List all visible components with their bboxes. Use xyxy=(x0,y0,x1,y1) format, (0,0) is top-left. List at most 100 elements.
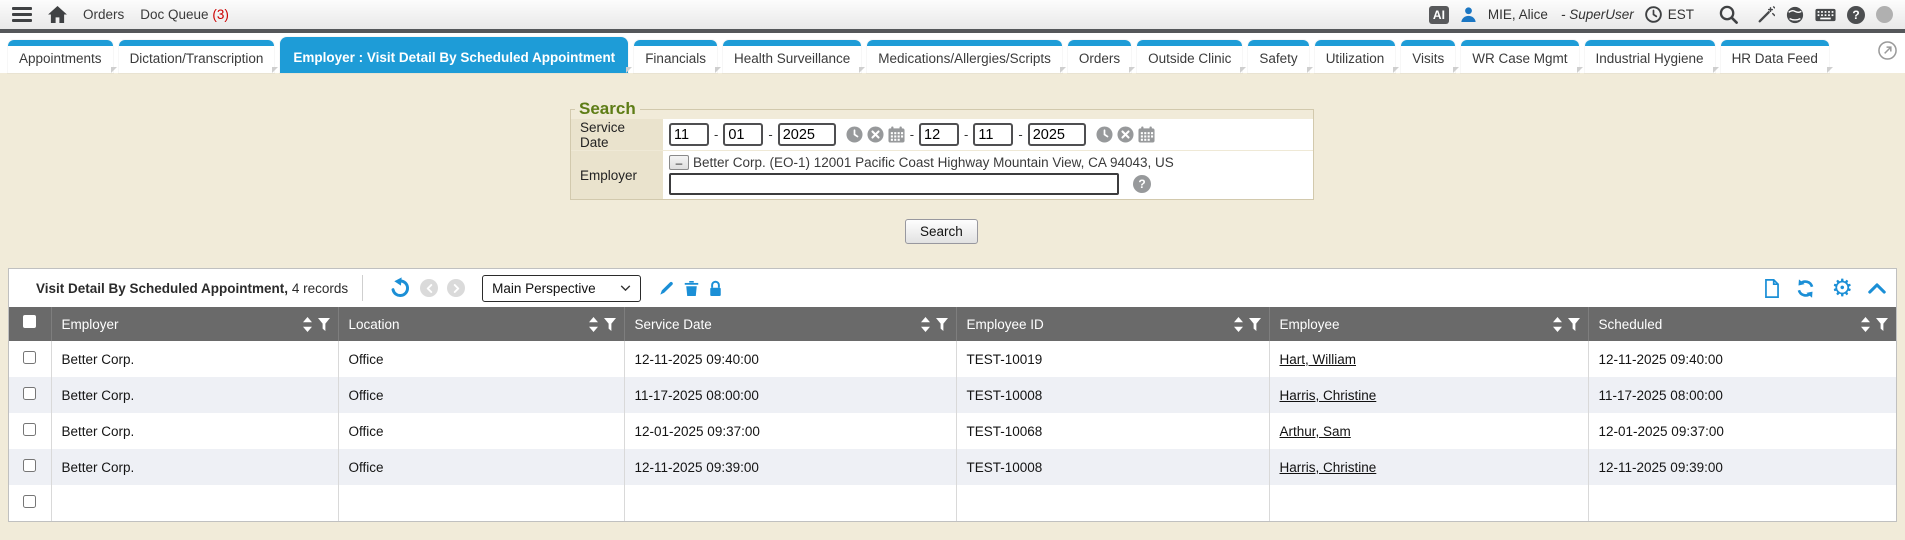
date-range-separator: - xyxy=(910,127,914,142)
top-bar: Orders Doc Queue (3) AI MIE, Alice - Sup… xyxy=(0,0,1905,33)
cell-location: Office xyxy=(338,377,624,413)
filter-icon[interactable] xyxy=(936,318,948,331)
tab-financials[interactable]: Financials xyxy=(634,40,717,73)
service-date-row: Service Date - - - - xyxy=(571,119,1313,150)
sort-icon[interactable] xyxy=(1234,317,1243,332)
cell-employee-id: TEST-10008 xyxy=(956,449,1269,485)
select-all-checkbox[interactable] xyxy=(23,315,36,328)
from-time-icon[interactable] xyxy=(846,126,863,143)
globe-icon[interactable] xyxy=(1786,6,1804,24)
orders-link[interactable]: Orders xyxy=(83,7,124,22)
delete-perspective-icon[interactable] xyxy=(684,280,699,297)
filter-icon[interactable] xyxy=(1568,318,1580,331)
row-checkbox[interactable] xyxy=(23,351,36,364)
tab-overflow-icon[interactable] xyxy=(1878,41,1897,65)
clock-icon[interactable] xyxy=(1645,6,1662,23)
row-checkbox[interactable] xyxy=(23,387,36,400)
tab-industrial-hygiene[interactable]: Industrial Hygiene xyxy=(1585,40,1715,73)
row-checkbox[interactable] xyxy=(23,459,36,472)
settings-gear-icon[interactable]: ⚙ xyxy=(1831,278,1853,298)
from-year-input[interactable] xyxy=(778,123,836,146)
lock-icon[interactable] xyxy=(708,280,723,297)
search-icon[interactable] xyxy=(1719,5,1738,24)
employee-link[interactable]: Hart, William xyxy=(1280,352,1357,367)
user-icon[interactable] xyxy=(1460,6,1477,23)
user-name[interactable]: MIE, Alice xyxy=(1488,7,1548,22)
prev-page-icon[interactable] xyxy=(420,279,438,297)
sort-icon[interactable] xyxy=(589,317,598,332)
employee-link[interactable]: Harris, Christine xyxy=(1280,388,1377,403)
from-month-input[interactable] xyxy=(669,123,709,146)
tab-outside-clinic[interactable]: Outside Clinic xyxy=(1137,40,1242,73)
employee-link[interactable]: Harris, Christine xyxy=(1280,460,1377,475)
to-month-input[interactable] xyxy=(919,123,959,146)
sort-icon[interactable] xyxy=(1553,317,1562,332)
footer-select-checkbox[interactable] xyxy=(23,495,36,508)
cell-employer: Better Corp. xyxy=(51,413,338,449)
ai-badge[interactable]: AI xyxy=(1429,6,1449,24)
table-row: Better Corp. Office 11-17-2025 08:00:00 … xyxy=(9,377,1896,413)
to-calendar-icon[interactable] xyxy=(1138,126,1155,143)
cell-employer: Better Corp. xyxy=(51,377,338,413)
search-panel: Search Service Date - - - xyxy=(570,99,1314,200)
tab-medications-allergies-scripts[interactable]: Medications/Allergies/Scripts xyxy=(867,40,1062,73)
to-year-input[interactable] xyxy=(1028,123,1086,146)
cell-scheduled: 12-01-2025 09:37:00 xyxy=(1588,413,1896,449)
collapse-panel-icon[interactable] xyxy=(1868,283,1886,294)
row-checkbox[interactable] xyxy=(23,423,36,436)
next-page-icon[interactable] xyxy=(447,279,465,297)
hamburger-menu-icon[interactable] xyxy=(12,7,32,22)
filter-icon[interactable] xyxy=(604,318,616,331)
column-header-employee: Employee xyxy=(1280,317,1553,332)
home-icon[interactable] xyxy=(48,6,67,23)
from-clear-icon[interactable] xyxy=(867,126,884,143)
cell-scheduled: 12-11-2025 09:40:00 xyxy=(1588,341,1896,377)
employer-search-input[interactable] xyxy=(669,173,1119,195)
employer-label: Employer xyxy=(571,150,663,199)
filter-icon[interactable] xyxy=(1876,318,1888,331)
keyboard-icon[interactable] xyxy=(1815,8,1836,22)
employee-link[interactable]: Arthur, Sam xyxy=(1280,424,1351,439)
sort-icon[interactable] xyxy=(921,317,930,332)
tab-safety[interactable]: Safety xyxy=(1248,40,1308,73)
refresh-icon[interactable] xyxy=(1795,278,1816,299)
employer-remove-button[interactable]: – xyxy=(669,155,689,170)
cell-service-date: 11-17-2025 08:00:00 xyxy=(624,377,956,413)
help-icon[interactable]: ? xyxy=(1847,6,1865,24)
status-dot-icon xyxy=(1876,6,1893,23)
search-button[interactable]: Search xyxy=(905,219,978,244)
tab-employer-visit-detail[interactable]: Employer : Visit Detail By Scheduled App… xyxy=(280,37,628,73)
magic-wand-icon[interactable] xyxy=(1757,6,1775,24)
sort-icon[interactable] xyxy=(1861,317,1870,332)
from-day-input[interactable] xyxy=(723,123,763,146)
cell-location: Office xyxy=(338,449,624,485)
tab-hr-data-feed[interactable]: HR Data Feed xyxy=(1721,40,1829,73)
service-date-label: Service Date xyxy=(571,119,663,150)
filter-icon[interactable] xyxy=(318,318,330,331)
to-clear-icon[interactable] xyxy=(1117,126,1134,143)
tab-visits[interactable]: Visits xyxy=(1401,40,1455,73)
new-document-icon[interactable] xyxy=(1764,279,1780,298)
doc-queue-link[interactable]: Doc Queue (3) xyxy=(140,7,229,22)
grid-title: Visit Detail By Scheduled Appointment, 4… xyxy=(9,281,348,296)
date-separator: - xyxy=(964,127,968,142)
tab-health-surveillance[interactable]: Health Surveillance xyxy=(723,40,861,73)
visit-detail-grid-panel: Visit Detail By Scheduled Appointment, 4… xyxy=(8,268,1897,522)
tab-appointments[interactable]: Appointments xyxy=(8,40,113,73)
to-day-input[interactable] xyxy=(973,123,1013,146)
undo-icon[interactable] xyxy=(389,277,411,299)
employer-selected-value: Better Corp. (EO-1) 12001 Pacific Coast … xyxy=(693,155,1174,170)
tab-utilization[interactable]: Utilization xyxy=(1315,40,1396,73)
edit-perspective-icon[interactable] xyxy=(658,280,675,297)
tab-dictation-transcription[interactable]: Dictation/Transcription xyxy=(119,40,275,73)
filter-icon[interactable] xyxy=(1249,318,1261,331)
perspective-select[interactable]: Main Perspective xyxy=(482,275,641,302)
to-time-icon[interactable] xyxy=(1096,126,1113,143)
date-separator: - xyxy=(714,127,718,142)
tab-wr-case-mgmt[interactable]: WR Case Mgmt xyxy=(1461,40,1578,73)
employer-help-icon[interactable]: ? xyxy=(1133,175,1151,193)
sort-icon[interactable] xyxy=(303,317,312,332)
from-calendar-icon[interactable] xyxy=(888,126,905,143)
tab-orders[interactable]: Orders xyxy=(1068,40,1131,73)
search-legend: Search xyxy=(575,99,640,119)
